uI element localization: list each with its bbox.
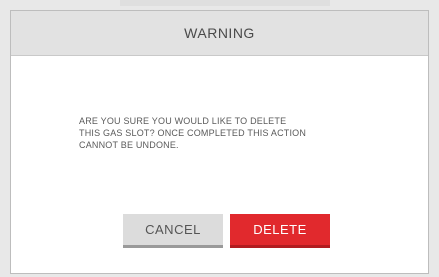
dialog-title: WARNING: [184, 25, 255, 41]
cancel-button[interactable]: CANCEL: [123, 214, 223, 248]
delete-button[interactable]: DELETE: [230, 214, 330, 248]
dialog-message: ARE YOU SURE YOU WOULD LIKE TO DELETE TH…: [79, 116, 307, 150]
warning-dialog: WARNING ARE YOU SURE YOU WOULD LIKE TO D…: [10, 10, 429, 274]
dialog-header: WARNING: [11, 11, 428, 56]
screen: WARNING ARE YOU SURE YOU WOULD LIKE TO D…: [0, 0, 439, 277]
background-hint: [120, 0, 330, 6]
